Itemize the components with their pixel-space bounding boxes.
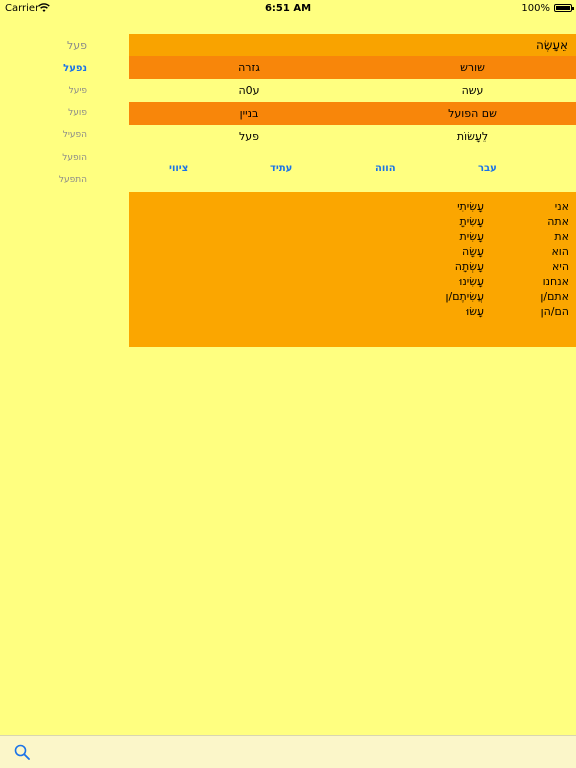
pronoun: אתה bbox=[547, 215, 569, 228]
pronoun: אנחנו bbox=[542, 275, 569, 288]
word-header: אֵעָשֶׂה bbox=[129, 34, 576, 56]
verb-form: עָשְׂתָה bbox=[454, 260, 484, 273]
pronoun: אני bbox=[554, 200, 569, 213]
sidebar-item-pual[interactable]: פועל bbox=[68, 108, 87, 118]
info-value-row: ע0ה עשה bbox=[129, 79, 576, 102]
table-row: את עָשִׂית bbox=[129, 230, 576, 245]
verb-form: עֲשִׂיתֶם/ן bbox=[445, 290, 484, 303]
tense-tabs: ציווי עתיד הווה עבר bbox=[129, 148, 576, 192]
binyan-value: פעל bbox=[238, 130, 259, 143]
root-value: עשה bbox=[461, 84, 484, 97]
status-bar: Carrier 6:51 AM 100% bbox=[0, 0, 576, 18]
sidebar-item-paal[interactable]: פעל bbox=[67, 39, 87, 52]
table-row: אני עָשִׂיתִי bbox=[129, 200, 576, 215]
table-row: הוא עָשָׂה bbox=[129, 245, 576, 260]
verb-form: עָשִׂיתָ bbox=[459, 215, 484, 228]
binyan-label: בניין bbox=[239, 107, 259, 120]
verb-form: עָשִׂית bbox=[459, 230, 484, 243]
info-header-row-2: בניין שם הפועל bbox=[129, 102, 576, 125]
table-row: היא עָשְׂתָה bbox=[129, 260, 576, 275]
tab-future[interactable]: עתיד bbox=[270, 163, 292, 174]
verb-form: עָשִׂיתִי bbox=[457, 200, 484, 213]
pattern-value: ע0ה bbox=[238, 84, 260, 97]
pronoun: את bbox=[554, 230, 569, 243]
search-icon[interactable] bbox=[14, 744, 30, 760]
table-row: אנחנו עָשִׂינוּ bbox=[129, 275, 576, 290]
table-row: הם/הן עָשׂוּ bbox=[129, 305, 576, 320]
infinitive-label: שם הפועל bbox=[448, 107, 497, 120]
sidebar-item-piel[interactable]: פיעל bbox=[69, 86, 87, 96]
verb-word: אֵעָשֶׂה bbox=[536, 38, 568, 52]
tab-present[interactable]: הווה bbox=[375, 163, 396, 174]
verb-form: עָשׂוּ bbox=[466, 305, 484, 318]
info-header-row: גזרה שורש bbox=[129, 56, 576, 79]
tab-past[interactable]: עבר bbox=[478, 163, 497, 174]
verb-panel: אֵעָשֶׂה גזרה שורש ע0ה עשה בניין שם הפוע… bbox=[129, 34, 576, 347]
conjugation-table: אני עָשִׂיתִי אתה עָשִׂיתָ את עָשִׂית הו… bbox=[129, 192, 576, 347]
sidebar-item-hitpael[interactable]: התפעל bbox=[59, 175, 87, 185]
clock: 6:51 AM bbox=[264, 3, 312, 14]
pattern-label: גזרה bbox=[238, 61, 260, 74]
battery-icon bbox=[554, 4, 574, 12]
root-label: שורש bbox=[460, 61, 485, 74]
verb-form: עָשָׂה bbox=[462, 245, 484, 258]
battery-percent: 100% bbox=[521, 3, 550, 14]
verb-form: עָשִׂינוּ bbox=[459, 275, 484, 288]
pronoun: הוא bbox=[551, 245, 569, 258]
pronoun: היא bbox=[552, 260, 569, 273]
table-row: אתה עָשִׂיתָ bbox=[129, 215, 576, 230]
bottom-toolbar bbox=[0, 735, 576, 768]
infinitive-value: לֵעָשׂוֹת bbox=[456, 130, 489, 143]
info-value-row-2: פעל לֵעָשׂוֹת bbox=[129, 125, 576, 148]
table-row: אתם/ן עֲשִׂיתֶם/ן bbox=[129, 290, 576, 305]
pronoun: הם/הן bbox=[540, 305, 569, 318]
sidebar-item-hufal[interactable]: הופעל bbox=[62, 153, 87, 163]
sidebar-item-nifal[interactable]: נפעל bbox=[63, 63, 87, 74]
pronoun: אתם/ן bbox=[540, 290, 569, 303]
tab-imperative[interactable]: ציווי bbox=[169, 163, 188, 174]
sidebar-item-hifil[interactable]: הפעיל bbox=[63, 130, 87, 140]
